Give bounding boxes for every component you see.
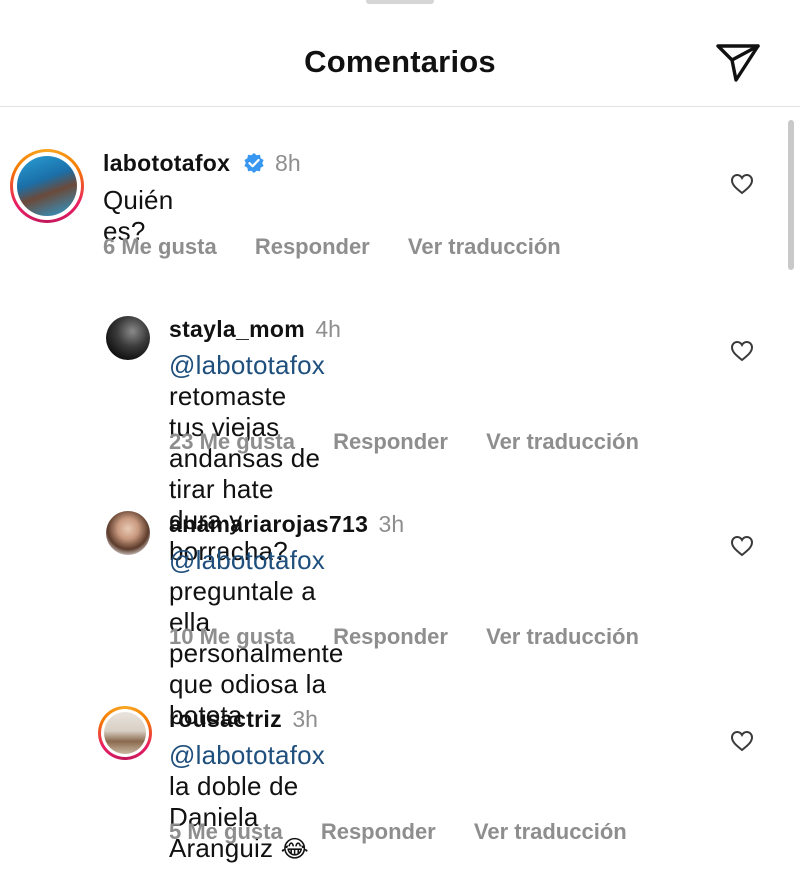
heart-icon[interactable] — [730, 535, 754, 557]
likes-count[interactable]: 10 Me gusta — [169, 624, 295, 649]
reply-button[interactable]: Responder — [321, 819, 436, 844]
comment-time: 8h — [275, 150, 301, 176]
username[interactable]: stayla_mom — [169, 316, 305, 342]
likes-count[interactable]: 6 Me gusta — [103, 234, 217, 259]
comment-actions: 23 Me gusta Responder Ver traducción — [169, 429, 671, 455]
comment-meta: stayla_mom 4h — [169, 316, 341, 343]
avatar[interactable] — [106, 511, 150, 555]
likes-count[interactable]: 5 Me gusta — [169, 819, 283, 844]
comment-meta: rousactriz 3h — [169, 706, 318, 733]
likes-count[interactable]: 23 Me gusta — [169, 429, 295, 454]
reply-button[interactable]: Responder — [333, 429, 448, 454]
username[interactable]: anamariarojas713 — [169, 511, 368, 537]
mention-link[interactable]: @labototafox — [169, 350, 325, 380]
username[interactable]: rousactriz — [169, 706, 282, 732]
reply-button[interactable]: Responder — [333, 624, 448, 649]
comment-meta: anamariarojas713 3h — [169, 511, 404, 538]
verified-badge-icon — [244, 153, 264, 173]
paper-plane-icon[interactable] — [714, 40, 762, 84]
translate-button[interactable]: Ver traducción — [474, 819, 627, 844]
translate-button[interactable]: Ver traducción — [486, 624, 639, 649]
username[interactable]: labototafox — [103, 150, 230, 176]
translate-button[interactable]: Ver traducción — [408, 234, 561, 259]
mention-link[interactable]: @labototafox — [169, 740, 325, 770]
avatar[interactable] — [106, 316, 150, 360]
mention-link[interactable]: @labototafox — [169, 545, 325, 575]
heart-icon[interactable] — [730, 173, 754, 195]
comment-text: @labototafox la doble de Daniela Arangui… — [169, 740, 326, 863]
reply-button[interactable]: Responder — [255, 234, 370, 259]
comment-actions: 6 Me gusta Responder Ver traducción — [103, 234, 593, 260]
avatar[interactable] — [98, 706, 152, 760]
comment-time: 4h — [315, 316, 341, 342]
heart-icon[interactable] — [730, 730, 754, 752]
translate-button[interactable]: Ver traducción — [486, 429, 639, 454]
comment-meta: labototafox 8h — [103, 150, 301, 177]
heart-icon[interactable] — [730, 340, 754, 362]
comment-time: 3h — [378, 511, 405, 537]
comment-actions: 10 Me gusta Responder Ver traducción — [169, 624, 671, 650]
scrollbar[interactable] — [788, 120, 794, 270]
avatar[interactable] — [10, 149, 84, 223]
comment-time: 3h — [292, 706, 318, 732]
page-title: Comentarios — [304, 44, 496, 79]
header: Comentarios — [0, 0, 800, 107]
comment-actions: 5 Me gusta Responder Ver traducción — [169, 819, 659, 845]
